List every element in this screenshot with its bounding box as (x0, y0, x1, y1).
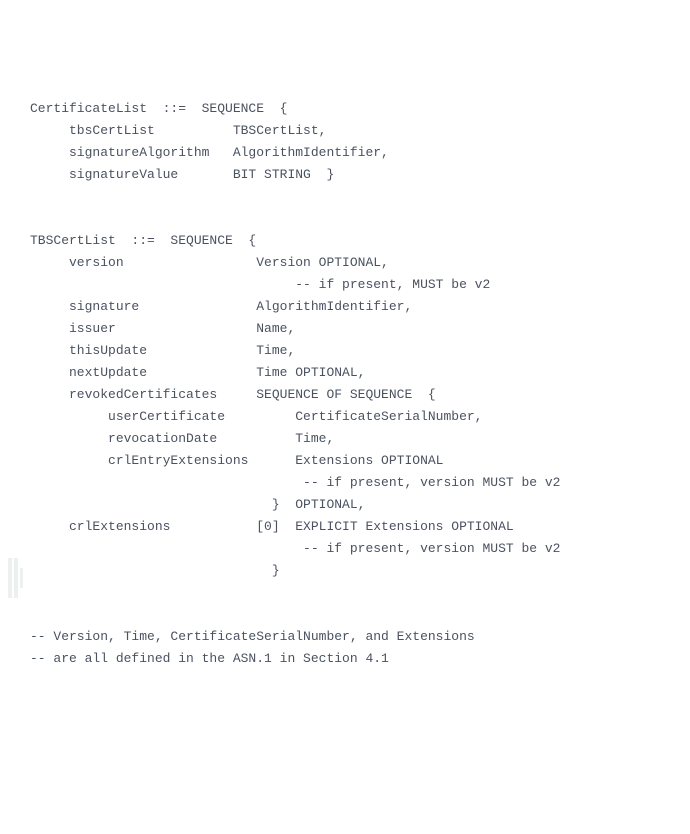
watermark-logo (8, 558, 22, 598)
asn1-code-block: CertificateList ::= SEQUENCE { tbsCertLi… (30, 98, 680, 670)
